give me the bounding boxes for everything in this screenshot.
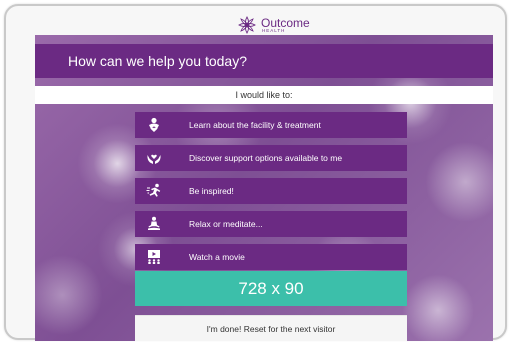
tablet-frame: How can we help you today? I would like … <box>4 4 507 341</box>
ad-banner-placeholder[interactable]: 728 x 90 <box>135 271 407 306</box>
menu-item-watch-movie[interactable]: Watch a movie <box>135 244 407 270</box>
meditation-icon <box>143 213 165 235</box>
reset-button-label: I'm done! Reset for the next visitor <box>206 324 336 334</box>
menu-item-label: Relax or meditate... <box>189 219 263 229</box>
menu-item-learn-facility[interactable]: Learn about the facility & treatment <box>135 112 407 138</box>
brand-logo: Outcome HEALTH <box>236 14 310 36</box>
reset-button[interactable]: I'm done! Reset for the next visitor <box>135 315 407 341</box>
person-heart-icon <box>143 114 165 136</box>
brand-subtitle: HEALTH <box>262 27 286 33</box>
menu-item-label: Learn about the facility & treatment <box>189 120 321 130</box>
header-bar: How can we help you today? <box>35 44 493 78</box>
lotus-logo-icon <box>238 16 256 34</box>
menu-item-label: Watch a movie <box>189 252 245 262</box>
menu-item-be-inspired[interactable]: Be inspired! <box>135 178 407 204</box>
menu-item-support-options[interactable]: Discover support options available to me <box>135 145 407 171</box>
page-title: How can we help you today? <box>68 53 247 69</box>
kiosk-screen: How can we help you today? I would like … <box>35 35 493 341</box>
prompt-bar: I would like to: <box>35 86 493 104</box>
brand-name: Outcome <box>261 15 310 30</box>
running-person-icon <box>143 180 165 202</box>
options-menu: Learn about the facility & treatment Dis… <box>135 112 407 277</box>
menu-item-label: Discover support options available to me <box>189 153 343 163</box>
prompt-text: I would like to: <box>235 90 293 100</box>
ad-banner-text: 728 x 90 <box>238 278 304 298</box>
menu-item-relax-meditate[interactable]: Relax or meditate... <box>135 211 407 237</box>
hands-heart-icon <box>143 147 165 169</box>
movie-audience-icon <box>143 246 165 268</box>
menu-item-label: Be inspired! <box>189 186 234 196</box>
